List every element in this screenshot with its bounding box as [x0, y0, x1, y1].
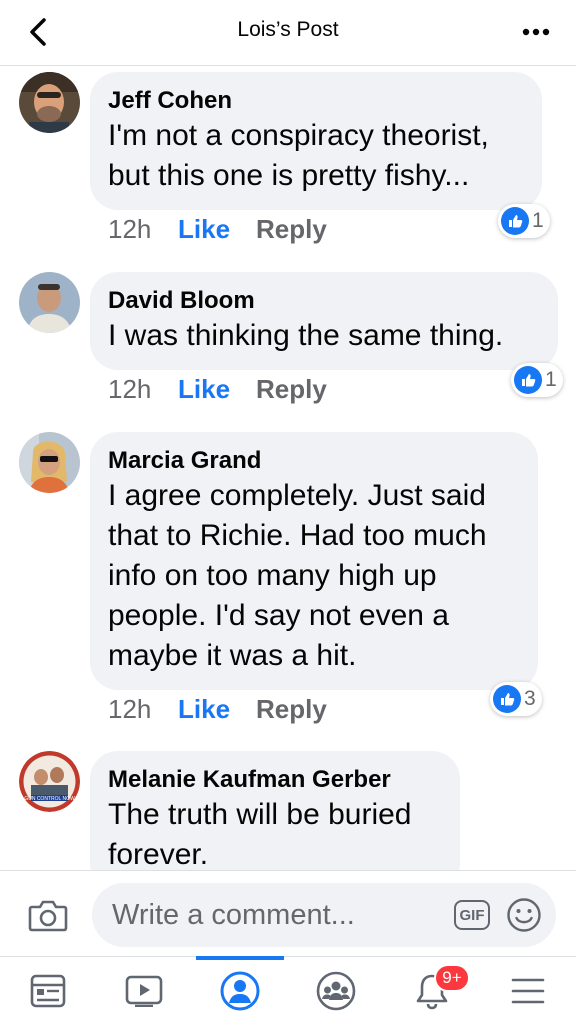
comment-bubble: Marcia Grand I agree completely. Just sa… — [90, 432, 538, 690]
comment-text-line: The truth will be buried — [108, 798, 412, 831]
menu-icon — [511, 978, 545, 1004]
comment-text-line: that to Richie. Had too much — [108, 519, 487, 552]
comment-list: Jeff Cohen I'm not a conspiracy theorist… — [0, 66, 576, 870]
camera-button[interactable] — [26, 893, 70, 937]
tab-menu[interactable] — [480, 957, 576, 1024]
comment-time: 12h — [108, 374, 152, 404]
comment-actions: 12h Like Reply — [108, 694, 327, 725]
avatar-photo — [19, 72, 80, 133]
comment-bubble: David Bloom I was thinking the same thin… — [90, 272, 558, 370]
thumbs-up-icon — [493, 685, 521, 713]
more-options-button[interactable] — [514, 12, 558, 52]
tab-news-feed[interactable] — [0, 957, 96, 1024]
like-button[interactable]: Like — [178, 694, 256, 725]
comment-bubble: Melanie Kaufman Gerber The truth will be… — [90, 751, 460, 870]
like-button[interactable]: Like — [178, 214, 256, 245]
reply-button[interactable]: Reply — [256, 694, 327, 725]
reply-button[interactable]: Reply — [256, 374, 327, 405]
comment-author[interactable]: Jeff Cohen — [108, 86, 524, 116]
avatar[interactable] — [19, 432, 80, 493]
reaction-badge[interactable]: 3 — [490, 682, 542, 716]
camera-icon — [28, 900, 68, 932]
comment-text-line: maybe it was a hit. — [108, 639, 357, 672]
avatar-photo — [19, 272, 80, 333]
avatar[interactable] — [19, 272, 80, 333]
avatar-caption: GUN CONTROL NOW — [24, 796, 75, 802]
gif-icon: GIF — [459, 906, 485, 924]
emoji-icon — [507, 898, 541, 932]
thumbs-up-icon — [514, 366, 542, 394]
avatar[interactable]: GUN CONTROL NOW — [19, 751, 80, 812]
avatar-photo — [19, 432, 80, 493]
tab-groups[interactable] — [288, 957, 384, 1024]
like-button[interactable]: Like — [178, 374, 256, 405]
tab-notifications[interactable]: 9+ — [384, 957, 480, 1024]
comment-text-line: but this one is pretty fishy... — [108, 159, 470, 192]
comment-bubble: Jeff Cohen I'm not a conspiracy theorist… — [90, 72, 542, 210]
reaction-count: 1 — [532, 209, 544, 232]
comment-composer: GIF — [0, 870, 576, 956]
news-feed-icon — [30, 974, 66, 1008]
comment-time: 12h — [108, 694, 152, 724]
avatar-photo: GUN CONTROL NOW — [19, 751, 80, 812]
reaction-badge[interactable]: 1 — [511, 363, 563, 397]
comment-author[interactable]: Melanie Kaufman Gerber — [108, 765, 442, 795]
comment-text-line: I was thinking the same thing. — [108, 319, 504, 352]
reply-button[interactable]: Reply — [256, 214, 327, 245]
comment-text-line: I agree completely. Just said — [108, 479, 486, 512]
tab-watch[interactable] — [96, 957, 192, 1024]
profile-icon — [220, 971, 260, 1011]
comment-actions: 12h Like Reply — [108, 214, 327, 245]
reaction-badge[interactable]: 1 — [498, 204, 550, 238]
reaction-count: 1 — [545, 368, 557, 391]
notification-badge: 9+ — [434, 964, 470, 992]
thumbs-up-icon — [501, 207, 529, 235]
comment-author[interactable]: David Bloom — [108, 286, 540, 316]
gif-button[interactable]: GIF — [454, 900, 490, 930]
tab-profile[interactable] — [192, 957, 288, 1024]
comment-author[interactable]: Marcia Grand — [108, 446, 520, 476]
comment-input-box[interactable]: GIF — [92, 883, 556, 947]
comment-time: 12h — [108, 214, 152, 244]
comment-text-line: people. I'd say not even a — [108, 599, 449, 632]
more-dots-icon — [522, 28, 550, 36]
bottom-nav: 9+ — [0, 956, 576, 1024]
avatar[interactable] — [19, 72, 80, 133]
comment-actions: 12h Like Reply — [108, 374, 327, 405]
comment-input[interactable] — [112, 895, 432, 935]
emoji-button[interactable] — [506, 897, 542, 933]
watch-icon — [125, 975, 163, 1007]
groups-icon — [316, 971, 356, 1011]
comment-text-line: forever. — [108, 838, 209, 870]
reaction-count: 3 — [524, 687, 536, 710]
top-bar: Lois’s Post — [0, 0, 576, 66]
comment-text-line: info on too many high up — [108, 559, 437, 592]
page-title: Lois’s Post — [237, 18, 339, 41]
comment-text-line: I'm not a conspiracy theorist, — [108, 119, 489, 152]
